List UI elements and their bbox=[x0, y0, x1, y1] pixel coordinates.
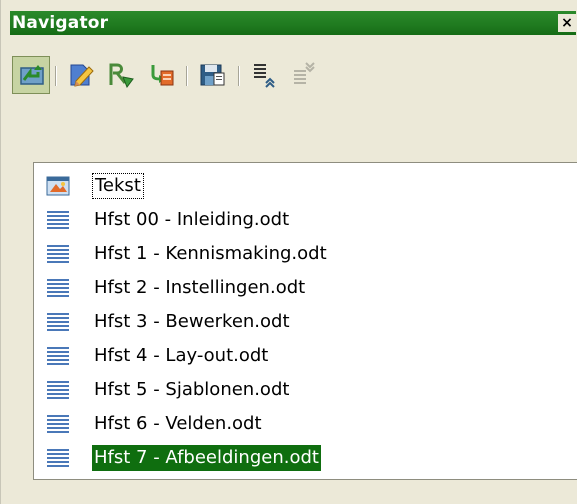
title-bar: Navigator × bbox=[10, 11, 576, 35]
navigator-window: Navigator × Tekst Hfst 00 - Inleiding.od… bbox=[0, 0, 577, 504]
tree-item-label: Hfst 7 - Afbeeldingen.odt bbox=[92, 445, 321, 471]
demote-level-button[interactable] bbox=[286, 56, 324, 94]
toolbar-separator bbox=[186, 66, 188, 86]
subdocument-icon bbox=[47, 449, 69, 467]
navigator-toolbar bbox=[10, 56, 570, 96]
toggle-button[interactable] bbox=[12, 56, 50, 94]
tree-item-selected[interactable]: Hfst 7 - Afbeeldingen.odt bbox=[34, 441, 574, 475]
save-as-icon bbox=[200, 64, 225, 86]
tree-item-label: Hfst 2 - Instellingen.odt bbox=[94, 277, 306, 298]
tree-item[interactable]: Hfst 3 - Bewerken.odt bbox=[34, 305, 574, 339]
edit-button[interactable] bbox=[142, 56, 180, 94]
subdocument-icon bbox=[47, 381, 69, 399]
subdocument-icon bbox=[47, 279, 69, 297]
tree-item-label: Tekst bbox=[92, 173, 144, 199]
tree-item[interactable]: Hfst 1 - Kennismaking.odt bbox=[34, 237, 574, 271]
edit-icon bbox=[151, 65, 174, 86]
subdocument-icon bbox=[47, 415, 69, 433]
window-title: Navigator bbox=[12, 13, 109, 33]
tree-item-label: Hfst 3 - Bewerken.odt bbox=[94, 311, 290, 332]
promote-level-button[interactable] bbox=[246, 56, 284, 94]
subdocument-icon bbox=[47, 211, 69, 229]
navigator-tree[interactable]: Tekst Hfst 00 - Inleiding.odt Hfst 1 - K… bbox=[33, 162, 577, 480]
content-view-button[interactable] bbox=[62, 56, 100, 94]
tree-item[interactable]: Hfst 6 - Velden.odt bbox=[34, 407, 574, 441]
toolbar-separator bbox=[55, 66, 57, 86]
content-view-icon bbox=[70, 64, 94, 87]
tree-item[interactable]: Hfst 4 - Lay-out.odt bbox=[34, 339, 574, 373]
tree-item[interactable]: Hfst 2 - Instellingen.odt bbox=[34, 271, 574, 305]
close-icon: × bbox=[561, 15, 573, 31]
text-document-icon bbox=[46, 176, 70, 196]
tree-item-label: Hfst 6 - Velden.odt bbox=[94, 413, 262, 434]
subdocument-icon bbox=[47, 347, 69, 365]
tree-item-label: Hfst 00 - Inleiding.odt bbox=[94, 209, 290, 230]
tree-root-item[interactable]: Tekst bbox=[34, 169, 574, 203]
navigation-button[interactable] bbox=[102, 56, 140, 94]
tree-item-label: Hfst 5 - Sjablonen.odt bbox=[94, 379, 290, 400]
demote-level-icon bbox=[294, 62, 315, 84]
tree-item-label: Hfst 1 - Kennismaking.odt bbox=[94, 243, 327, 264]
promote-level-icon bbox=[254, 64, 275, 88]
subdocument-icon bbox=[47, 245, 69, 263]
close-button[interactable]: × bbox=[558, 14, 576, 32]
navigation-icon bbox=[109, 63, 134, 89]
toolbar-separator bbox=[238, 66, 240, 86]
tree-item[interactable]: Hfst 5 - Sjablonen.odt bbox=[34, 373, 574, 407]
tree-item[interactable]: Hfst 00 - Inleiding.odt bbox=[34, 203, 574, 237]
tree-item-label: Hfst 4 - Lay-out.odt bbox=[94, 345, 269, 366]
toggle-icon bbox=[20, 65, 44, 85]
subdocument-icon bbox=[47, 313, 69, 331]
save-as-button[interactable] bbox=[193, 56, 231, 94]
